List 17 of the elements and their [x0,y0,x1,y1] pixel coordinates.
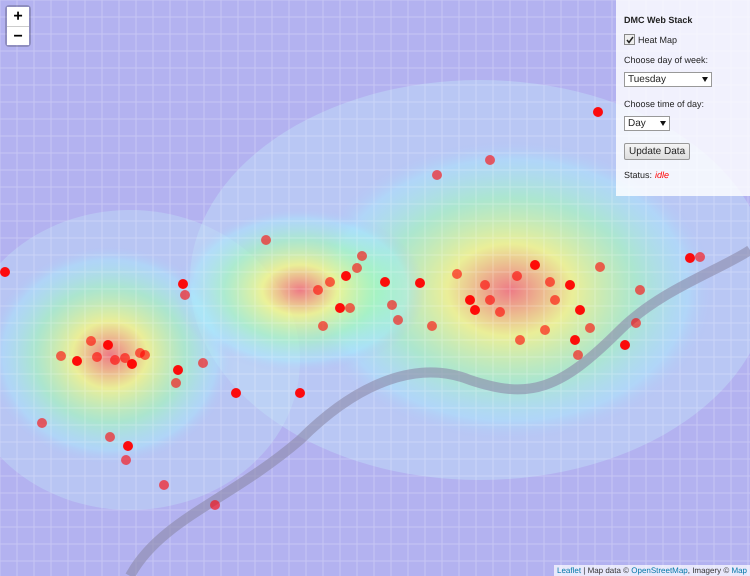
field-label: Choose day of week: [624,55,708,65]
panel-title: DMC Web Stack [624,15,692,25]
attribution-link[interactable]: Leaflet [557,566,582,575]
attribution-link[interactable]: Map [731,566,747,575]
caret-icon [660,121,666,126]
checkbox-label: Heat Map [638,34,678,44]
update-data-button[interactable]: Update Data [624,143,690,160]
status-label: Status: [624,170,652,180]
caret-icon [702,77,708,82]
field-label: Choose time of day: [624,99,704,109]
attribution-link[interactable]: OpenStreetMap [631,566,688,575]
zoom-out-button[interactable]: − [7,26,29,45]
status-value: idle [655,170,670,180]
day-select[interactable]: Tuesday [624,72,712,87]
heat-map-checkbox[interactable] [624,34,635,45]
attribution-text: Leaflet | Map data © OpenStreetMap, Imagery © Map [554,565,750,576]
time-select[interactable]: Day [624,116,670,131]
